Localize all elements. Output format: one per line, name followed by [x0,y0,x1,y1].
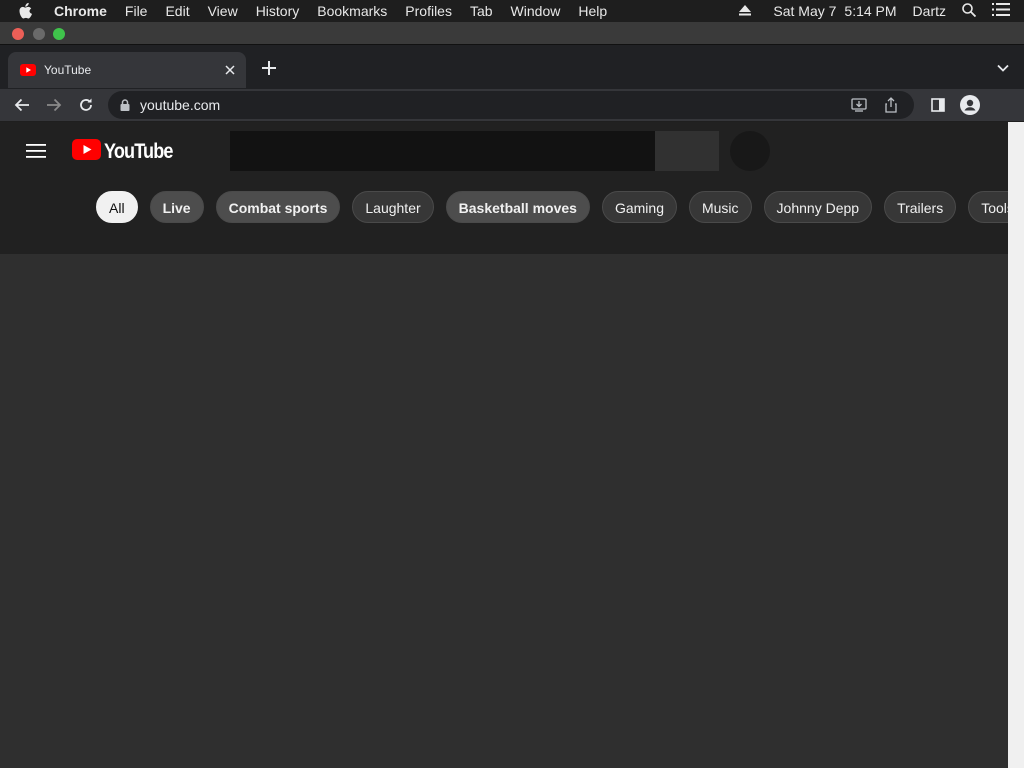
menu-profiles[interactable]: Profiles [405,3,452,19]
menu-help[interactable]: Help [578,3,607,19]
lock-icon[interactable] [120,99,130,111]
profile-avatar-icon[interactable] [960,95,980,115]
voice-search-button[interactable] [730,131,770,171]
chip-trailers[interactable]: Trailers [884,191,957,223]
chip-live[interactable]: Live [149,191,204,223]
forward-arrow-icon[interactable] [44,95,64,115]
chip-combat-sports[interactable]: Combat sports [215,191,341,223]
window-close-button[interactable] [12,28,24,40]
youtube-favicon-icon [20,64,36,76]
share-icon[interactable] [882,96,900,114]
eject-icon[interactable] [739,3,752,19]
menu-bookmarks[interactable]: Bookmarks [317,3,387,19]
install-app-icon[interactable] [850,96,868,114]
tab-youtube[interactable]: YouTube [8,52,246,88]
menu-bar-status-area: Sat May 7 5:14 PM Dartz [723,0,1010,22]
spotlight-search-icon[interactable] [962,2,977,20]
menu-view[interactable]: View [208,3,238,19]
macos-menu-bar: Chrome File Edit View History Bookmarks … [0,0,1024,22]
youtube-masthead: YouTube All Live Combat sports Laughter Bask… [0,122,1008,254]
user-name[interactable]: Dartz [913,3,946,19]
youtube-play-logo-icon [72,139,101,165]
menu-edit[interactable]: Edit [165,3,189,19]
page-scrollbar[interactable] [1008,122,1024,768]
chip-johnny-depp[interactable]: Johnny Depp [763,191,873,223]
chip-laughter[interactable]: Laughter [352,191,434,223]
youtube-logo[interactable]: YouTube [72,139,184,165]
clock-time[interactable]: 5:14 PM [844,3,896,19]
window-title-bar [0,22,1024,45]
window-zoom-button[interactable] [53,28,65,40]
tab-strip: YouTube [0,45,1024,89]
back-arrow-icon[interactable] [12,95,32,115]
youtube-wordmark: YouTube [104,140,173,163]
new-tab-plus-icon[interactable] [260,59,278,77]
video-grid-area [0,254,1008,768]
window-minimize-button[interactable] [33,28,45,40]
apple-icon[interactable] [18,1,38,21]
menu-history[interactable]: History [256,3,300,19]
chip-basketball-moves[interactable]: Basketball moves [445,191,590,223]
chip-gaming[interactable]: Gaming [601,191,677,223]
address-bar[interactable]: youtube.com [108,91,914,119]
menu-chrome[interactable]: Chrome [54,3,107,19]
search-input[interactable] [230,131,655,171]
tab-title: YouTube [44,63,92,77]
filter-chips-bar: All Live Combat sports Laughter Basketball m… [96,191,1008,225]
tab-close-icon[interactable] [222,62,238,78]
reload-icon[interactable] [76,95,96,115]
clock-date[interactable]: Sat May 7 [773,3,836,19]
hamburger-menu-icon[interactable] [26,143,46,159]
browser-toolbar: youtube.com [0,89,1024,122]
address-url[interactable]: youtube.com [140,97,850,113]
menu-file[interactable]: File [125,3,148,19]
menu-window[interactable]: Window [511,3,561,19]
chip-tools[interactable]: Tools [968,191,1008,223]
side-panel-icon[interactable] [928,95,948,115]
menu-tab[interactable]: Tab [470,3,493,19]
chip-music[interactable]: Music [688,191,752,223]
search-button[interactable] [655,131,719,171]
tab-search-chevron-down-icon[interactable] [996,61,1010,75]
control-center-icon[interactable] [992,3,1010,19]
chip-all[interactable]: All [96,191,138,223]
